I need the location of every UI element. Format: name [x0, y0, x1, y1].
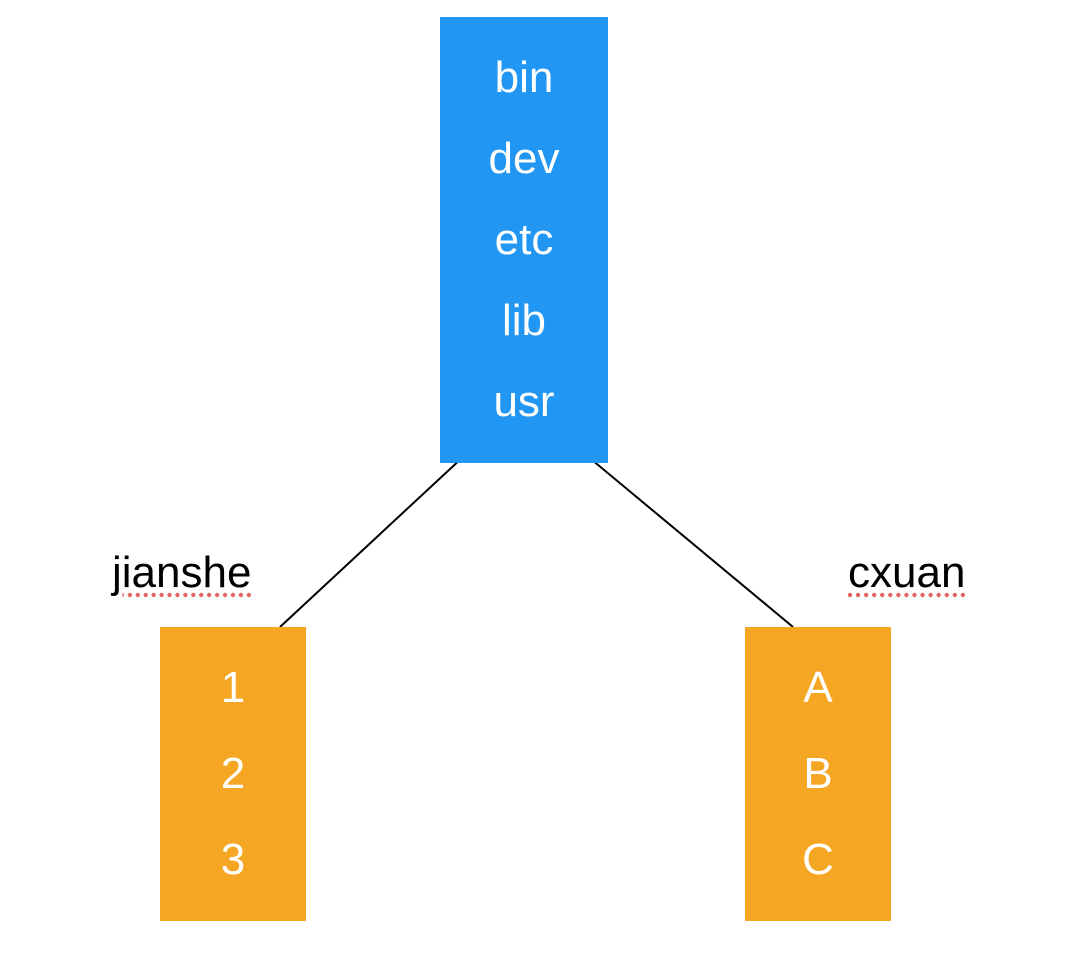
root-item: bin — [495, 56, 554, 100]
right-child-box: A B C — [745, 627, 891, 921]
left-child-label: jianshe — [112, 548, 251, 598]
left-item: 2 — [221, 752, 245, 796]
root-item: dev — [489, 137, 560, 181]
left-child-box: 1 2 3 — [160, 627, 306, 921]
left-item: 1 — [221, 666, 245, 710]
right-child-label: cxuan — [848, 548, 965, 598]
left-item: 3 — [221, 838, 245, 882]
root-item: etc — [495, 218, 554, 262]
root-directory-box: bin dev etc lib usr — [440, 17, 608, 463]
root-item: usr — [493, 380, 554, 424]
root-item: lib — [502, 299, 546, 343]
right-item: B — [803, 752, 832, 796]
right-item: A — [803, 666, 832, 710]
diagram-canvas: bin dev etc lib usr jianshe 1 2 3 cxuan … — [0, 0, 1080, 961]
right-item: C — [802, 838, 834, 882]
